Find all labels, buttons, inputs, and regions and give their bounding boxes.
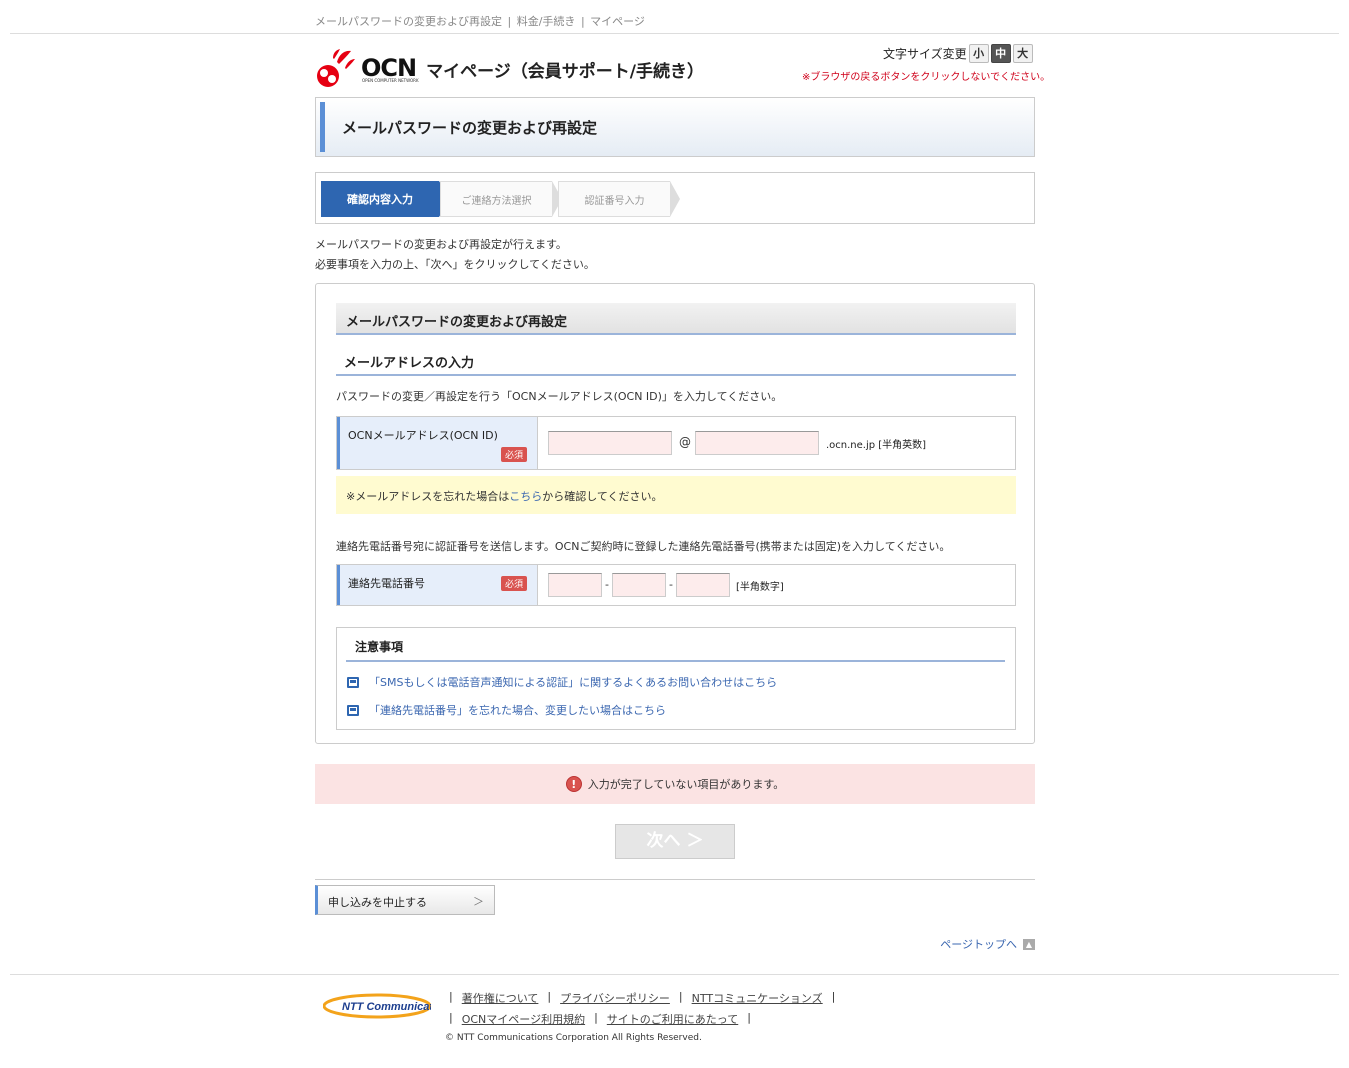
ntt-logo-text: NTT Communications xyxy=(342,1001,431,1013)
font-size-large-button[interactable]: 大 xyxy=(1012,44,1033,63)
ntt-communications-logo[interactable]: NTT Communications xyxy=(322,993,456,1019)
browser-back-warning: ※ブラウザの戻るボタンをクリックしないでください。 xyxy=(802,72,1051,83)
required-badge: 必須 xyxy=(500,576,527,591)
page-title: メールパスワードの変更および再設定 xyxy=(342,119,598,137)
intro-line-1: メールパスワードの変更および再設定が行えます。 xyxy=(315,238,567,251)
cancel-label: 申し込みを中止する xyxy=(328,896,427,909)
form-panel: メールパスワードの変更および再設定 メールアドレスの入力 パスワードの変更／再設… xyxy=(315,283,1035,744)
footer-separator: | xyxy=(594,1011,598,1024)
error-message: 入力が完了していない項目があります。 xyxy=(587,778,785,791)
chevron-right-icon: ＞ xyxy=(473,895,484,908)
footer-divider xyxy=(10,974,1339,975)
phone-dash: - xyxy=(669,578,673,591)
footer-separator: | xyxy=(831,990,836,1003)
notice-box: 注意事項 「SMSもしくは電話音声通知による認証」に関するよくあるお問い合わせは… xyxy=(336,627,1016,730)
page-title-box: メールパスワードの変更および再設定 xyxy=(315,97,1035,157)
footer-links-row-1: | 著作権について | プライバシーポリシー | NTTコミュニケーションズ | xyxy=(449,990,835,1006)
site-logo[interactable]: OCN OPEN COMPUTER NETWORK マイページ（会員サポート/手… xyxy=(315,48,704,90)
intro-line-2: 必要事項を入力の上、「次へ」をクリックしてください。 xyxy=(315,258,595,271)
forgot-email-note: ※メールアドレスを忘れた場合はこちらから確認してください。 xyxy=(336,476,1016,514)
phone-part3-input[interactable] xyxy=(676,573,730,597)
email-label-cell: OCNメールアドレス(OCN ID) 必須 xyxy=(337,417,538,469)
step-contact-method: ご連絡方法選択 xyxy=(440,181,562,217)
footer-separator: | xyxy=(547,990,552,1003)
next-button[interactable]: 次へ ＞ xyxy=(615,824,735,859)
cancel-application-button[interactable]: 申し込みを中止する ＞ xyxy=(315,885,495,915)
phone-instruction: 連絡先電話番号宛に認証番号を送信します。OCNご契約時に登録した連絡先電話番号(… xyxy=(336,540,951,553)
site-title: マイページ（会員サポート/手続き） xyxy=(426,61,704,82)
top-divider xyxy=(10,33,1339,34)
email-user-input[interactable] xyxy=(548,431,672,455)
phone-part2-input[interactable] xyxy=(612,573,666,597)
copyright: © NTT Communications Corporation All Rig… xyxy=(445,1033,702,1043)
breadcrumb-separator: | xyxy=(580,15,585,28)
footer-separator: | xyxy=(747,1011,751,1024)
forgot-email-link[interactable]: こちら xyxy=(509,490,542,503)
email-suffix: .ocn.ne.jp [半角英数] xyxy=(826,440,927,451)
email-form-row: OCNメールアドレス(OCN ID) 必須 @ .ocn.ne.jp [半角英数… xyxy=(336,416,1016,470)
step-verification-code: 認証番号入力 xyxy=(558,181,680,217)
phone-label-cell: 連絡先電話番号 必須 xyxy=(337,565,538,605)
font-size-small-button[interactable]: 小 xyxy=(968,44,989,63)
page-top-label: ページトップへ xyxy=(940,938,1017,951)
footer-link-site-usage[interactable]: サイトのご利用にあたって xyxy=(607,1011,738,1027)
footer-links-row-2: | OCNマイページ利用規約 | サイトのご利用にあたって | xyxy=(449,1011,751,1027)
notice-title: 注意事項 xyxy=(346,638,1005,662)
email-instruction: パスワードの変更／再設定を行う「OCNメールアドレス(OCN ID)」を入力して… xyxy=(336,390,783,403)
font-size-label: 文字サイズ変更 xyxy=(883,47,967,61)
phone-label: 連絡先電話番号 xyxy=(348,577,425,590)
email-label: OCNメールアドレス(OCN ID) xyxy=(348,429,498,442)
font-size-switcher: 文字サイズ変更 小 中 大 xyxy=(883,44,1033,63)
font-size-medium-button[interactable]: 中 xyxy=(990,44,1011,63)
step-current: 確認内容入力 xyxy=(321,181,451,217)
error-message-box: ! 入力が完了していない項目があります。 xyxy=(315,764,1035,804)
window-icon xyxy=(347,704,359,716)
footer-separator: | xyxy=(449,1011,453,1024)
error-icon: ! xyxy=(565,776,582,792)
title-accent-bar xyxy=(320,102,325,152)
arrow-up-icon: ▲ xyxy=(1023,938,1035,950)
breadcrumb-separator: | xyxy=(507,15,512,28)
breadcrumb-current: メールパスワードの変更および再設定 xyxy=(315,15,502,28)
section-title: メールパスワードの変更および再設定 xyxy=(336,303,1016,335)
top-breadcrumb: メールパスワードの変更および再設定 | 料金/手続き | マイページ xyxy=(315,13,645,29)
page-top-link[interactable]: ページトップへ ▲ xyxy=(940,936,1035,952)
window-icon xyxy=(347,676,359,688)
phone-dash: - xyxy=(605,578,609,591)
required-badge: 必須 xyxy=(500,447,527,462)
forgot-note-prefix: ※メールアドレスを忘れた場合は xyxy=(346,490,510,503)
phone-suffix: [半角数字] xyxy=(736,582,784,593)
notice-link-label: 「連絡先電話番号」を忘れた場合、変更したい場合はこちら xyxy=(369,704,666,717)
footer-link-copyright[interactable]: 著作権について xyxy=(462,990,539,1006)
phone-form-row: 連絡先電話番号 必須 - - [半角数字] xyxy=(336,564,1016,606)
footer-link-privacy[interactable]: プライバシーポリシー xyxy=(560,990,670,1006)
footer-link-ntt-com[interactable]: NTTコミュニケーションズ xyxy=(692,990,823,1006)
logo-subtext: OPEN COMPUTER NETWORK xyxy=(362,78,419,83)
forgot-note-suffix: から確認してください。 xyxy=(542,490,663,503)
notice-link-label: 「SMSもしくは電話音声通知による認証」に関するよくあるお問い合わせはこちら xyxy=(369,676,778,689)
divider xyxy=(315,879,1035,880)
at-sign: @ xyxy=(679,435,691,449)
breadcrumb-link-fees[interactable]: 料金/手続き xyxy=(517,15,576,28)
subsection-title: メールアドレスの入力 xyxy=(336,348,1016,376)
breadcrumb-link-mypage[interactable]: マイページ xyxy=(590,15,645,28)
progress-steps: 確認内容入力 ご連絡方法選択 認証番号入力 xyxy=(315,172,1035,224)
phone-part1-input[interactable] xyxy=(548,573,602,597)
footer-separator: | xyxy=(449,990,453,1003)
ocn-logo-icon xyxy=(315,48,355,90)
notice-link-phone-change[interactable]: 「連絡先電話番号」を忘れた場合、変更したい場合はこちら xyxy=(347,702,666,718)
footer-separator: | xyxy=(678,990,683,1003)
email-domain-input[interactable] xyxy=(695,431,819,455)
intro-text: メールパスワードの変更および再設定が行えます。 必要事項を入力の上、「次へ」をク… xyxy=(315,235,595,275)
footer-link-terms[interactable]: OCNマイページ利用規約 xyxy=(462,1011,585,1027)
notice-link-sms-faq[interactable]: 「SMSもしくは電話音声通知による認証」に関するよくあるお問い合わせはこちら xyxy=(347,674,777,690)
